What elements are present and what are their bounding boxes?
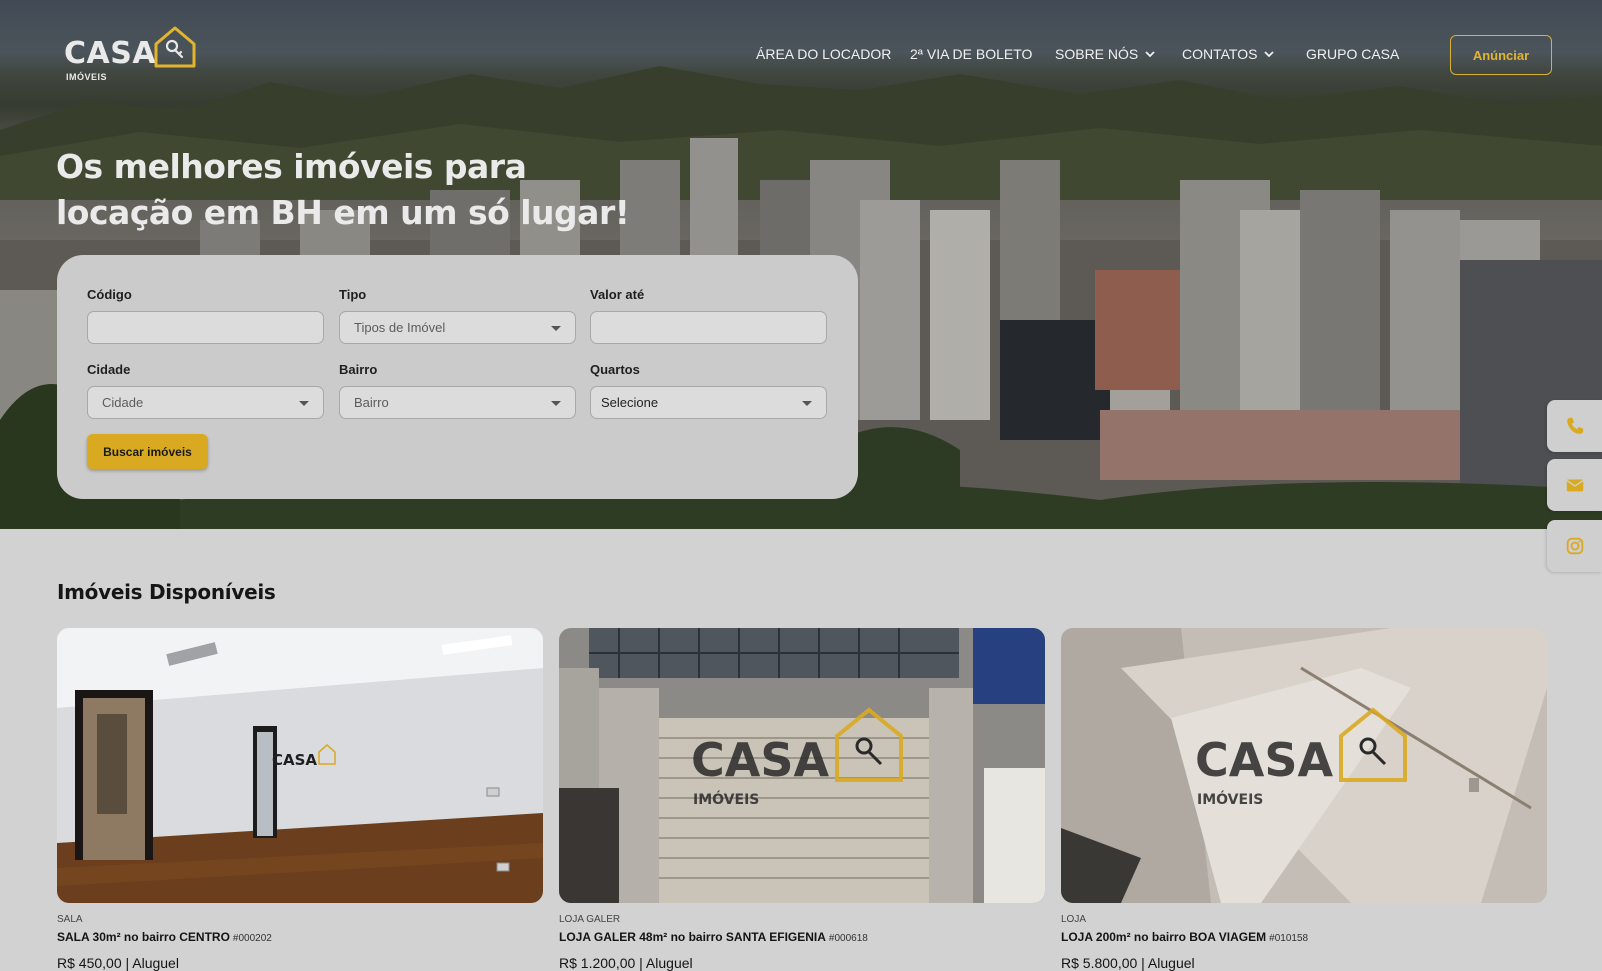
listing-price: R$ 1.200,00 | Aluguel xyxy=(559,955,693,971)
codigo-input[interactable] xyxy=(87,311,324,344)
room-photo: CASA xyxy=(57,628,543,903)
svg-text:CASA: CASA xyxy=(272,751,317,769)
listing-price: R$ 450,00 | Aluguel xyxy=(57,955,179,971)
headline-line-2: locação em BH em um só lugar! xyxy=(56,193,630,232)
hero-headline: Os melhores imóveis para locação em BH e… xyxy=(56,144,676,236)
nav-contatos[interactable]: CONTATOS xyxy=(1182,46,1275,62)
bairro-label: Bairro xyxy=(339,362,378,377)
listing-photo[interactable]: CASA xyxy=(57,628,543,903)
instagram-icon xyxy=(1566,537,1583,555)
valor-input[interactable] xyxy=(590,311,827,344)
storefront-photo: CASA IMÓVEIS xyxy=(559,628,1045,903)
listing-code: #000202 xyxy=(232,933,272,944)
phone-button[interactable] xyxy=(1547,400,1602,452)
mail-icon xyxy=(1565,479,1584,492)
listing-title-text: SALA 30m² no bairro CENTRO xyxy=(57,930,230,944)
quartos-select[interactable]: Selecione xyxy=(590,386,827,419)
tipo-select[interactable]: Tipos de Imóvel xyxy=(339,311,576,344)
cidade-label: Cidade xyxy=(87,362,131,377)
nav-label: 2ª VIA DE BOLETO xyxy=(910,46,1033,62)
caret-down-icon xyxy=(551,326,561,331)
listing-title[interactable]: LOJA GALER 48m² no bairro SANTA EFIGENIA… xyxy=(559,930,868,944)
cidade-value: Cidade xyxy=(102,395,144,410)
search-button[interactable]: Buscar imóveis xyxy=(87,434,208,469)
listing-photo[interactable]: CASA IMÓVEIS xyxy=(1061,628,1547,903)
caret-down-icon xyxy=(802,401,812,406)
tipo-label: Tipo xyxy=(339,287,367,302)
chevron-down-icon xyxy=(1264,51,1275,58)
instagram-button[interactable] xyxy=(1547,520,1602,572)
listing-title-text: LOJA GALER 48m² no bairro SANTA EFIGENIA xyxy=(559,930,826,944)
listing-title-text: LOJA 200m² no bairro BOA VIAGEM xyxy=(1061,930,1267,944)
nav-label: SOBRE NÓS xyxy=(1055,46,1139,62)
bairro-value: Bairro xyxy=(354,395,389,410)
listing-card[interactable]: CASA IMÓVEIS LOJA LOJA 200m² no bairro B… xyxy=(1061,628,1547,971)
quartos-value: Selecione xyxy=(601,395,659,410)
listing-code: #010158 xyxy=(1269,933,1309,944)
stairway-photo: CASA IMÓVEIS xyxy=(1061,628,1547,903)
listing-code: #000618 xyxy=(828,933,868,944)
listings-title: Imóveis Disponíveis xyxy=(57,580,276,604)
tipo-value: Tipos de Imóvel xyxy=(354,320,446,335)
nav-area-do-locador[interactable]: ÁREA DO LOCADOR xyxy=(756,46,891,62)
house-key-icon xyxy=(154,26,196,68)
phone-icon xyxy=(1566,417,1583,434)
mail-button[interactable] xyxy=(1547,459,1602,511)
brand-sub: IMÓVEIS xyxy=(66,72,108,82)
nav-2via-boleto[interactable]: 2ª VIA DE BOLETO xyxy=(910,46,1032,62)
headline-line-1: Os melhores imóveis para xyxy=(56,147,527,186)
nav-grupo-casa[interactable]: GRUPO CASA xyxy=(1306,46,1399,62)
cidade-select[interactable]: Cidade xyxy=(87,386,324,419)
search-panel: Código Tipo Tipos de Imóvel Valor até Ci… xyxy=(57,255,858,499)
chevron-down-icon xyxy=(1145,51,1155,58)
brand-logo[interactable]: CASA IMÓVEIS xyxy=(64,24,204,84)
listing-card[interactable]: CASA IMÓVEIS LOJA GALER LOJA GALER 48m² … xyxy=(559,628,1045,971)
listing-title[interactable]: LOJA 200m² no bairro BOA VIAGEM #010158 xyxy=(1061,930,1308,944)
nav-label: ÁREA DO LOCADOR xyxy=(756,46,892,62)
listing-price: R$ 5.800,00 | Aluguel xyxy=(1061,955,1195,971)
quartos-label: Quartos xyxy=(590,362,640,377)
nav-sobre-nos[interactable]: SOBRE NÓS xyxy=(1055,46,1156,62)
listing-photo[interactable]: CASA IMÓVEIS xyxy=(559,628,1045,903)
svg-text:CASA: CASA xyxy=(1195,733,1333,787)
bairro-select[interactable]: Bairro xyxy=(339,386,576,419)
svg-text:IMÓVEIS: IMÓVEIS xyxy=(1197,790,1263,808)
caret-down-icon xyxy=(551,401,561,406)
codigo-label: Código xyxy=(87,287,132,302)
listing-card[interactable]: CASA SALA SALA 30m² no bairro CENTRO #000… xyxy=(57,628,543,971)
svg-text:IMÓVEIS: IMÓVEIS xyxy=(693,790,759,808)
listing-type: LOJA GALER xyxy=(559,914,621,925)
listing-type: LOJA xyxy=(1061,914,1087,925)
svg-text:CASA: CASA xyxy=(691,733,829,787)
nav-label: CONTATOS xyxy=(1182,46,1258,62)
listing-type: SALA xyxy=(57,914,83,925)
caret-down-icon xyxy=(299,401,309,406)
listing-title[interactable]: SALA 30m² no bairro CENTRO #000202 xyxy=(57,930,272,944)
announce-button[interactable]: Anúnciar xyxy=(1450,35,1552,75)
brand-name: CASA xyxy=(64,36,157,71)
valor-label: Valor até xyxy=(590,287,645,302)
nav-label: GRUPO CASA xyxy=(1306,46,1400,62)
